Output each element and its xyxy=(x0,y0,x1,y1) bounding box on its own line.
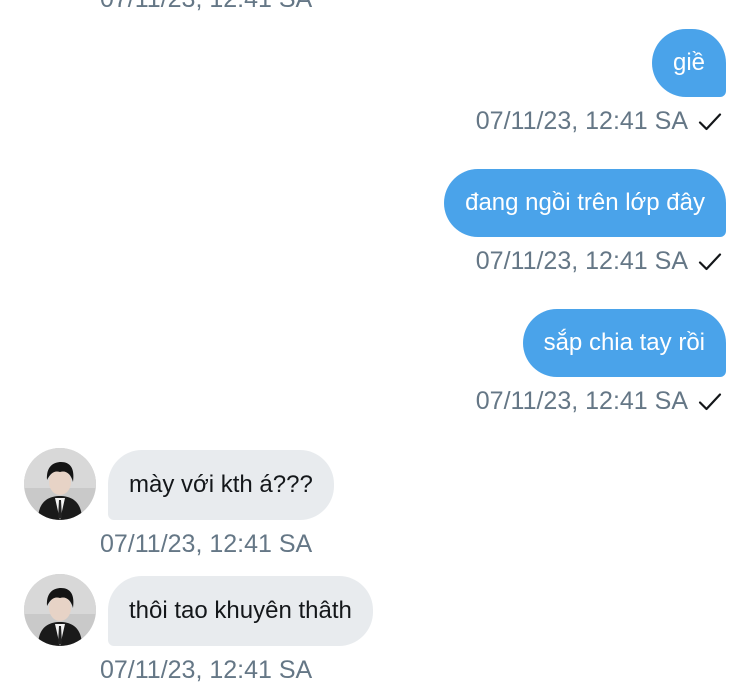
message-timestamp: 07/11/23, 12:41 SA xyxy=(100,530,313,558)
incoming-message-bubble[interactable]: thôi tao khuyên thâth xyxy=(108,576,373,646)
avatar[interactable] xyxy=(24,574,96,646)
check-icon xyxy=(698,253,722,271)
outgoing-message-bubble[interactable]: giề xyxy=(651,29,726,97)
incoming-message-bubble[interactable]: mày với kth á??? xyxy=(108,450,334,520)
message-timestamp: 07/11/23, 12:41 SA xyxy=(475,387,688,415)
outgoing-message-bubble[interactable]: đang ngồi trên lớp đây xyxy=(444,169,726,237)
check-icon xyxy=(698,113,722,131)
check-icon xyxy=(698,393,722,411)
avatar[interactable] xyxy=(24,448,96,520)
avatar-photo xyxy=(24,448,96,520)
outgoing-message-bubble[interactable]: sắp chia tay rồi xyxy=(522,309,726,377)
message-timestamp: 07/11/23, 12:41 SA xyxy=(475,107,688,135)
message-timestamp: 07/11/23, 12:41 SA xyxy=(100,0,312,14)
message-timestamp: 07/11/23, 12:41 SA xyxy=(475,247,688,275)
avatar-photo xyxy=(24,574,96,646)
message-timestamp: 07/11/23, 12:41 SA xyxy=(100,656,313,684)
chat-thread: 07/11/23, 12:41 SA giề 07/11/23, 12:41 S… xyxy=(0,0,750,690)
